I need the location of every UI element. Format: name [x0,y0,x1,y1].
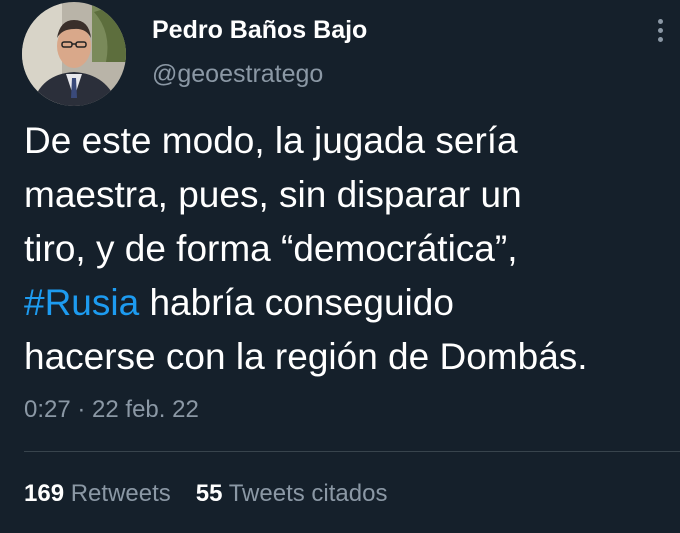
author-name[interactable]: Pedro Baños Bajo [152,16,367,45]
tweet-text-line: tiro, y de forma “democrática”, [24,228,518,269]
quotes-count: 55 [195,480,223,507]
author-handle[interactable]: @geoestratego [152,60,323,89]
tweet-text-fragment: habría conseguido [139,282,454,323]
tweet-timestamp[interactable]: 0:27 · 22 feb. 22 [24,396,199,424]
tweet-text-line: De este modo, la jugada sería [24,120,518,161]
retweets-stat[interactable]: 169 Retweets [24,480,171,508]
quotes-stat[interactable]: 55 Tweets citados [196,480,388,508]
tweet-detail: Pedro Baños Bajo @geoestratego De este m… [0,0,680,533]
tweet-text-line: #Rusia habría conseguido [24,276,674,330]
hashtag-link[interactable]: #Rusia [24,282,139,323]
more-options-dot [657,36,663,42]
retweets-count: 169 [24,480,65,507]
tweet-text: De este modo, la jugada sería maestra, p… [24,114,674,384]
tweet-text-line: hacerse con la región de Dombás. [24,336,588,377]
quotes-label: Tweets citados [228,480,388,507]
more-options-button[interactable] [650,12,670,48]
more-options-dot [657,27,663,33]
avatar[interactable] [22,2,126,106]
retweets-label: Retweets [70,480,171,507]
tweet-stats: 169 Retweets 55 Tweets citados [24,480,387,508]
tweet-text-line: maestra, pues, sin disparar un [24,174,522,215]
more-options-icon [657,18,663,24]
divider [24,451,680,452]
profile-photo-icon [22,2,126,106]
